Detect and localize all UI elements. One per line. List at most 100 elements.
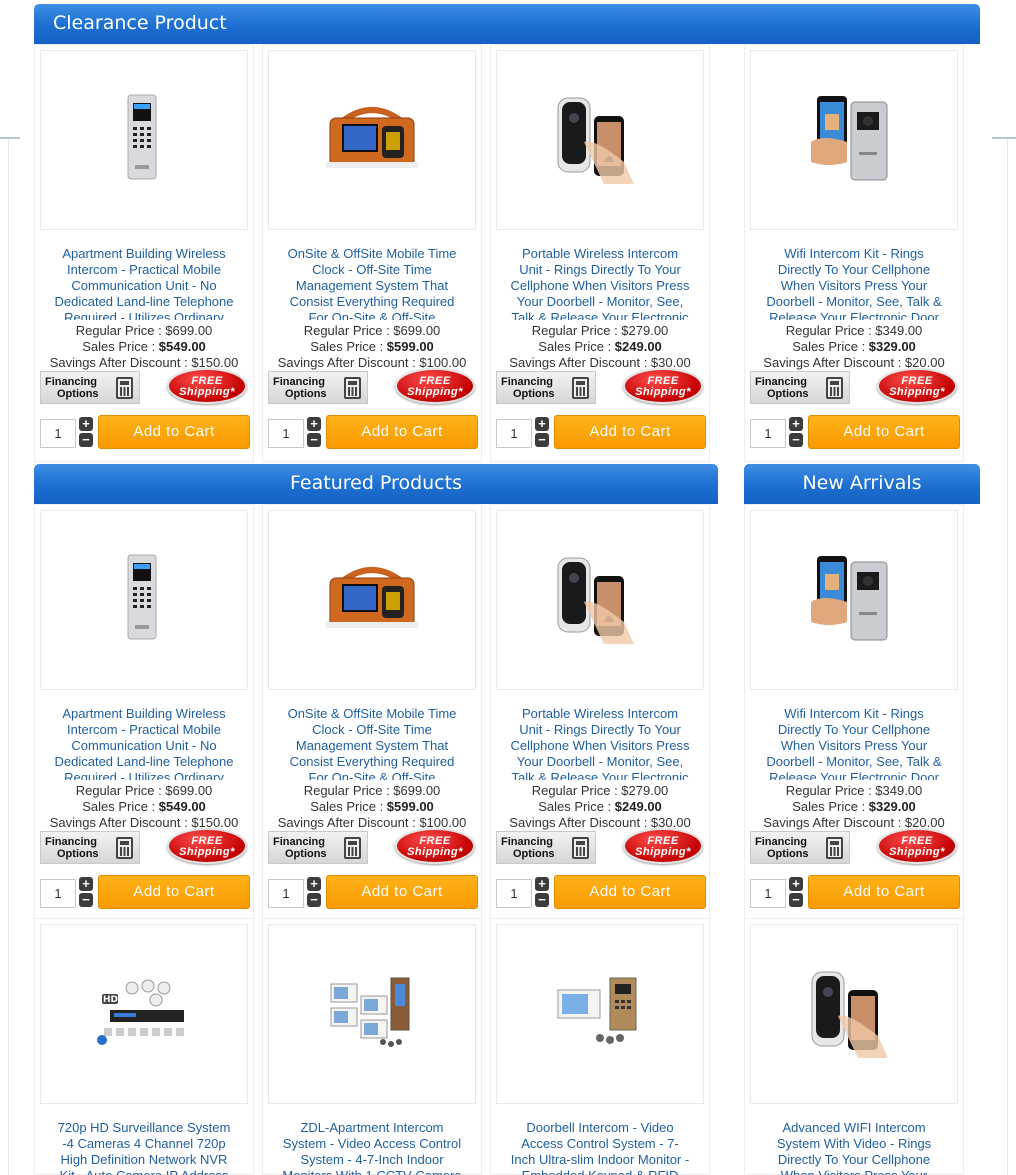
financing-options-button[interactable]: Financing Options <box>496 831 596 864</box>
sales-price: $249.00 <box>614 339 662 354</box>
quantity-input[interactable]: 1 <box>750 879 786 908</box>
product-image[interactable] <box>496 50 704 230</box>
financing-options-button[interactable]: Financing Options <box>750 831 850 864</box>
sales-price: $549.00 <box>158 339 206 354</box>
quantity-increase-button[interactable]: + <box>789 417 803 431</box>
apartment-intercom-icon <box>327 974 417 1055</box>
product-title-link[interactable]: Wifi Intercom Kit - Rings Directly To Yo… <box>745 706 963 780</box>
quantity-decrease-button[interactable]: − <box>535 433 549 447</box>
product-title-link[interactable]: Wifi Intercom Kit - Rings Directly To Yo… <box>745 246 963 320</box>
quantity-decrease-button[interactable]: − <box>307 433 321 447</box>
quantity-increase-button[interactable]: + <box>789 877 803 891</box>
quantity-decrease-button[interactable]: − <box>789 433 803 447</box>
price-block: Regular Price : $699.00 Sales Price : $59… <box>277 323 467 370</box>
product-image[interactable] <box>750 50 958 230</box>
wifi-intercom-icon <box>811 552 897 649</box>
product-image[interactable] <box>268 510 476 690</box>
more-product-card-4: Advanced WIFI Intercom System With Video… <box>744 918 964 1175</box>
left-border <box>8 139 9 1175</box>
quantity-decrease-button[interactable]: − <box>307 893 321 907</box>
intercom-panel-icon <box>124 93 164 188</box>
doorbell-phone-icon <box>554 552 646 649</box>
financing-options-button[interactable]: Financing Options <box>268 831 368 864</box>
product-image[interactable] <box>496 924 704 1104</box>
quantity-increase-button[interactable]: + <box>535 417 549 431</box>
product-image[interactable] <box>268 50 476 230</box>
featured-product-card-1: Apartment Building Wireless Intercom - P… <box>34 504 254 922</box>
product-title-link[interactable]: Portable Wireless Intercom Unit - Rings … <box>491 246 709 320</box>
financing-options-button[interactable]: Financing Options <box>496 371 596 404</box>
product-image[interactable]: HD <box>40 924 248 1104</box>
price-block: Regular Price : $699.00 Sales Price : $54… <box>49 323 239 370</box>
sales-price: $329.00 <box>868 339 916 354</box>
quantity-input[interactable]: 1 <box>750 419 786 448</box>
product-image[interactable] <box>268 924 476 1104</box>
quantity-input[interactable]: 1 <box>496 879 532 908</box>
product-title-link[interactable]: OnSite & OffSite Mobile Time Clock - Off… <box>263 706 481 780</box>
product-title-link[interactable]: 720p HD Surveillance System -4 Cameras 4… <box>35 1120 253 1175</box>
quantity-decrease-button[interactable]: − <box>535 893 549 907</box>
featured-product-card-3: Portable Wireless Intercom Unit - Rings … <box>490 504 710 922</box>
add-to-cart-button[interactable]: Add to Cart <box>808 875 960 909</box>
free-shipping-badge: FREE Shipping* <box>395 368 475 404</box>
free-shipping-badge: FREE Shipping* <box>167 368 247 404</box>
financing-options-button[interactable]: Financing Options <box>268 371 368 404</box>
clearance-product-card-2: OnSite & OffSite Mobile Time Clock - Off… <box>262 44 482 462</box>
cctv-kit-icon: HD <box>96 976 192 1053</box>
calculator-icon <box>826 837 843 859</box>
add-to-cart-button[interactable]: Add to Cart <box>554 415 706 449</box>
financing-options-button[interactable]: Financing Options <box>40 371 140 404</box>
quantity-input[interactable]: 1 <box>268 879 304 908</box>
quantity-increase-button[interactable]: + <box>535 877 549 891</box>
product-title-link[interactable]: Portable Wireless Intercom Unit - Rings … <box>491 706 709 780</box>
intercom-panel-icon <box>124 553 164 648</box>
quantity-increase-button[interactable]: + <box>79 417 93 431</box>
quantity-decrease-button[interactable]: − <box>79 433 93 447</box>
add-to-cart-button[interactable]: Add to Cart <box>326 415 478 449</box>
quantity-increase-button[interactable]: + <box>79 877 93 891</box>
product-image[interactable] <box>40 510 248 690</box>
add-to-cart-button[interactable]: Add to Cart <box>98 875 250 909</box>
product-title-link[interactable]: Apartment Building Wireless Intercom - P… <box>35 246 253 320</box>
quantity-increase-button[interactable]: + <box>307 417 321 431</box>
financing-options-button[interactable]: Financing Options <box>40 831 140 864</box>
left-decor-line <box>0 137 20 139</box>
financing-options-button[interactable]: Financing Options <box>750 371 850 404</box>
add-to-cart-button[interactable]: Add to Cart <box>808 415 960 449</box>
more-product-card-3: Doorbell Intercom - Video Access Control… <box>490 918 710 1175</box>
product-image[interactable] <box>40 50 248 230</box>
add-to-cart-button[interactable]: Add to Cart <box>554 875 706 909</box>
product-title-link[interactable]: Apartment Building Wireless Intercom - P… <box>35 706 253 780</box>
product-image[interactable] <box>750 510 958 690</box>
time-clock-icon <box>326 106 418 175</box>
free-shipping-badge: FREE Shipping* <box>623 828 703 864</box>
featured-header: Featured Products <box>34 464 718 504</box>
product-title-link[interactable]: Doorbell Intercom - Video Access Control… <box>491 1120 709 1175</box>
product-title-link[interactable]: OnSite & OffSite Mobile Time Clock - Off… <box>263 246 481 320</box>
calculator-icon <box>116 837 133 859</box>
regular-price: $699.00 <box>393 783 441 798</box>
quantity-decrease-button[interactable]: − <box>79 893 93 907</box>
add-to-cart-button[interactable]: Add to Cart <box>326 875 478 909</box>
svg-text:HD: HD <box>103 995 118 1005</box>
quantity-input[interactable]: 1 <box>496 419 532 448</box>
quantity-input[interactable]: 1 <box>40 879 76 908</box>
product-title-link[interactable]: ZDL-Apartment Intercom System - Video Ac… <box>263 1120 481 1175</box>
regular-price: $279.00 <box>621 783 669 798</box>
clearance-product-card-4: Wifi Intercom Kit - Rings Directly To Yo… <box>744 44 964 462</box>
regular-price: $349.00 <box>875 783 923 798</box>
product-image[interactable] <box>750 924 958 1104</box>
clearance-product-card-3: Portable Wireless Intercom Unit - Rings … <box>490 44 710 462</box>
free-shipping-badge: FREE Shipping* <box>395 828 475 864</box>
free-shipping-badge: FREE Shipping* <box>877 368 957 404</box>
sales-price: $329.00 <box>868 799 916 814</box>
quantity-input[interactable]: 1 <box>268 419 304 448</box>
more-product-card-1: HD 720p HD Surveillance System -4 Cameras… <box>34 918 254 1175</box>
quantity-decrease-button[interactable]: − <box>789 893 803 907</box>
product-title-link[interactable]: Advanced WIFI Intercom System With Video… <box>745 1120 963 1175</box>
product-image[interactable] <box>496 510 704 690</box>
right-decor-line <box>992 137 1016 139</box>
add-to-cart-button[interactable]: Add to Cart <box>98 415 250 449</box>
quantity-input[interactable]: 1 <box>40 419 76 448</box>
quantity-increase-button[interactable]: + <box>307 877 321 891</box>
